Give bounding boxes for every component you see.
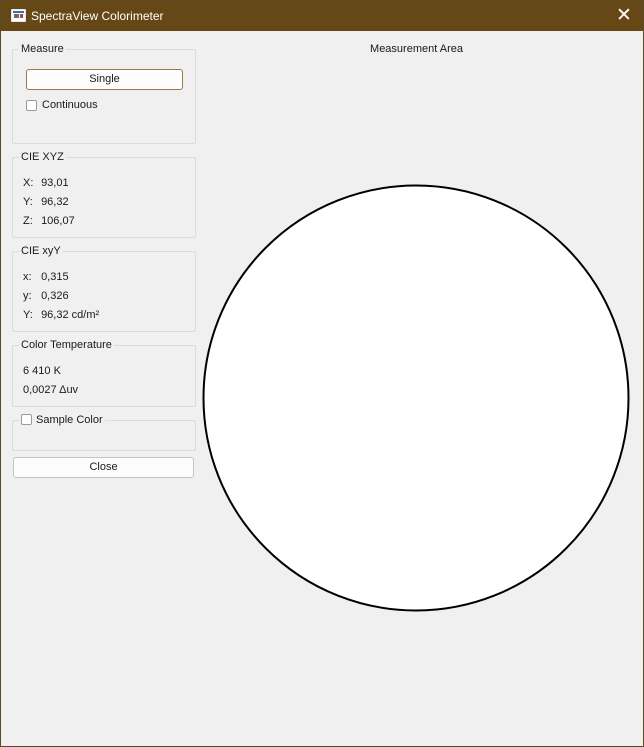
color-temperature-title: Color Temperature — [19, 339, 114, 351]
cie-xyy-group: CIE xyY x: 0,315 y: 0,326 Y: 96,32 cd/m² — [12, 245, 196, 332]
cct-value: 6 410 K — [23, 365, 61, 377]
xyy-y-label: y: — [23, 290, 32, 302]
cie-xyz-title: CIE XYZ — [19, 151, 66, 163]
measure-group: Measure Single Continuous — [12, 43, 196, 144]
continuous-checkbox[interactable] — [26, 100, 37, 111]
xyy-row-luminance: Y: 96,32 cd/m² — [23, 309, 99, 321]
sample-color-label[interactable]: Sample Color — [36, 414, 103, 426]
close-icon[interactable]: ✕ — [611, 3, 637, 29]
xyz-y-label: Y: — [23, 196, 33, 208]
xyy-row-y: y: 0,326 — [23, 290, 69, 302]
xyy-y-value: 0,326 — [41, 290, 69, 302]
xyz-y-value: 96,32 — [41, 196, 69, 208]
xyy-row-x: x: 0,315 — [23, 271, 69, 283]
measure-group-title: Measure — [19, 43, 66, 55]
xyz-z-label: Z: — [23, 215, 33, 227]
close-button[interactable]: Close — [13, 457, 194, 478]
app-icon — [11, 9, 26, 22]
xyz-x-label: X: — [23, 177, 34, 189]
title-bar[interactable]: SpectraView Colorimeter ✕ — [1, 1, 643, 31]
measurement-area[interactable] — [202, 184, 630, 612]
xyz-row-x: X: 93,01 — [23, 177, 69, 189]
duv-value: 0,0027 Δuv — [23, 384, 79, 396]
sample-color-title[interactable]: Sample Color — [19, 414, 105, 426]
xyz-x-value: 93,01 — [41, 177, 69, 189]
xyy-luminance-value: 96,32 cd/m² — [41, 309, 100, 321]
xyy-x-value: 0,315 — [41, 271, 69, 283]
cie-xyy-title: CIE xyY — [19, 245, 63, 257]
window-title: SpectraView Colorimeter — [31, 9, 164, 23]
continuous-label[interactable]: Continuous — [42, 99, 98, 111]
xyy-x-label: x: — [23, 271, 32, 283]
single-measure-button[interactable]: Single — [26, 69, 183, 90]
measurement-area-title: Measurement Area — [370, 43, 463, 55]
cie-xyz-group: CIE XYZ X: 93,01 Y: 96,32 Z: 106,07 — [12, 151, 196, 238]
xyz-row-z: Z: 106,07 — [23, 215, 75, 227]
xyz-row-y: Y: 96,32 — [23, 196, 69, 208]
sample-color-checkbox[interactable] — [21, 414, 32, 425]
color-temperature-group: Color Temperature 6 410 K 0,0027 Δuv — [12, 339, 196, 407]
xyz-z-value: 106,07 — [41, 215, 75, 227]
xyy-luminance-label: Y: — [23, 309, 33, 321]
colorimeter-window: SpectraView Colorimeter ✕ Measure Single… — [0, 0, 644, 747]
sample-color-group: Sample Color — [12, 414, 196, 451]
measurement-circle[interactable] — [202, 184, 630, 612]
